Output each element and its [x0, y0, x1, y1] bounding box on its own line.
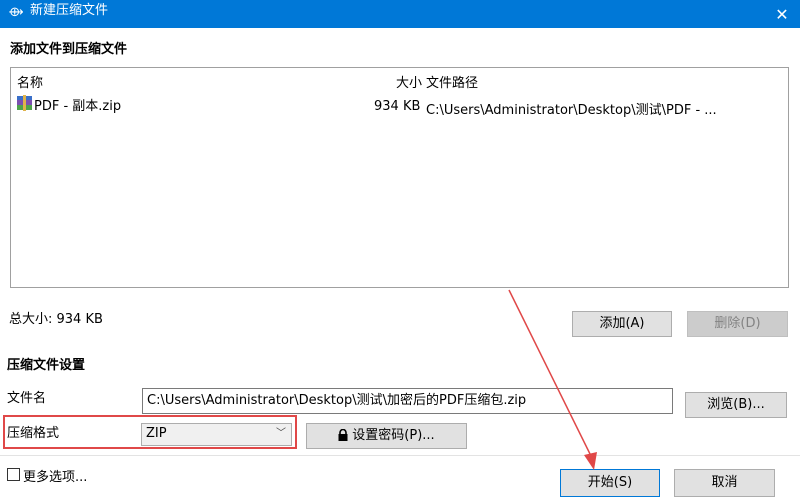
cancel-button[interactable]: 取消	[674, 469, 775, 497]
file-size-cell: 934 KB	[374, 99, 421, 114]
app-icon: ⟴	[8, 5, 24, 20]
more-options-label: 更多选项...	[23, 470, 88, 485]
lock-icon	[338, 428, 348, 441]
total-size-label: 总大小: 934 KB	[9, 312, 103, 327]
title-bar: ⟴ 新建压缩文件 ✕	[0, 0, 800, 28]
file-name-cell: PDF - 副本.zip	[34, 99, 122, 114]
table-row[interactable]: PDF - 副本.zip 934 KB C:\Users\Administrat…	[12, 92, 787, 118]
column-header-name[interactable]: 名称	[17, 72, 43, 91]
column-header-path[interactable]: 文件路径	[426, 72, 478, 91]
browse-button[interactable]: 浏览(B)...	[685, 392, 787, 418]
file-path-cell: C:\Users\Administrator\Desktop\测试\PDF - …	[426, 103, 717, 118]
add-button[interactable]: 添加(A)	[572, 311, 672, 337]
zip-archive-icon	[17, 95, 32, 111]
set-password-button[interactable]: 设置密码(P)...	[306, 423, 467, 449]
window-title: 新建压缩文件	[30, 3, 109, 18]
set-password-label: 设置密码(P)...	[352, 428, 435, 443]
more-options-checkbox[interactable]	[7, 468, 20, 481]
column-header-size[interactable]: 大小	[396, 72, 422, 91]
delete-button[interactable]: 删除(D)	[687, 311, 788, 337]
compression-settings-header: 压缩文件设置	[7, 358, 86, 373]
highlight-box	[3, 415, 297, 449]
start-button[interactable]: 开始(S)	[560, 469, 660, 497]
divider	[0, 455, 800, 456]
filename-label: 文件名	[7, 391, 47, 406]
close-icon[interactable]: ✕	[764, 0, 800, 28]
file-list[interactable]: 名称 大小 文件路径 PDF - 副本.zip 934 KB C:\Users\…	[10, 67, 789, 288]
add-files-header: 添加文件到压缩文件	[10, 42, 128, 57]
filename-field[interactable]: C:\Users\Administrator\Desktop\测试\加密后的PD…	[142, 388, 673, 414]
